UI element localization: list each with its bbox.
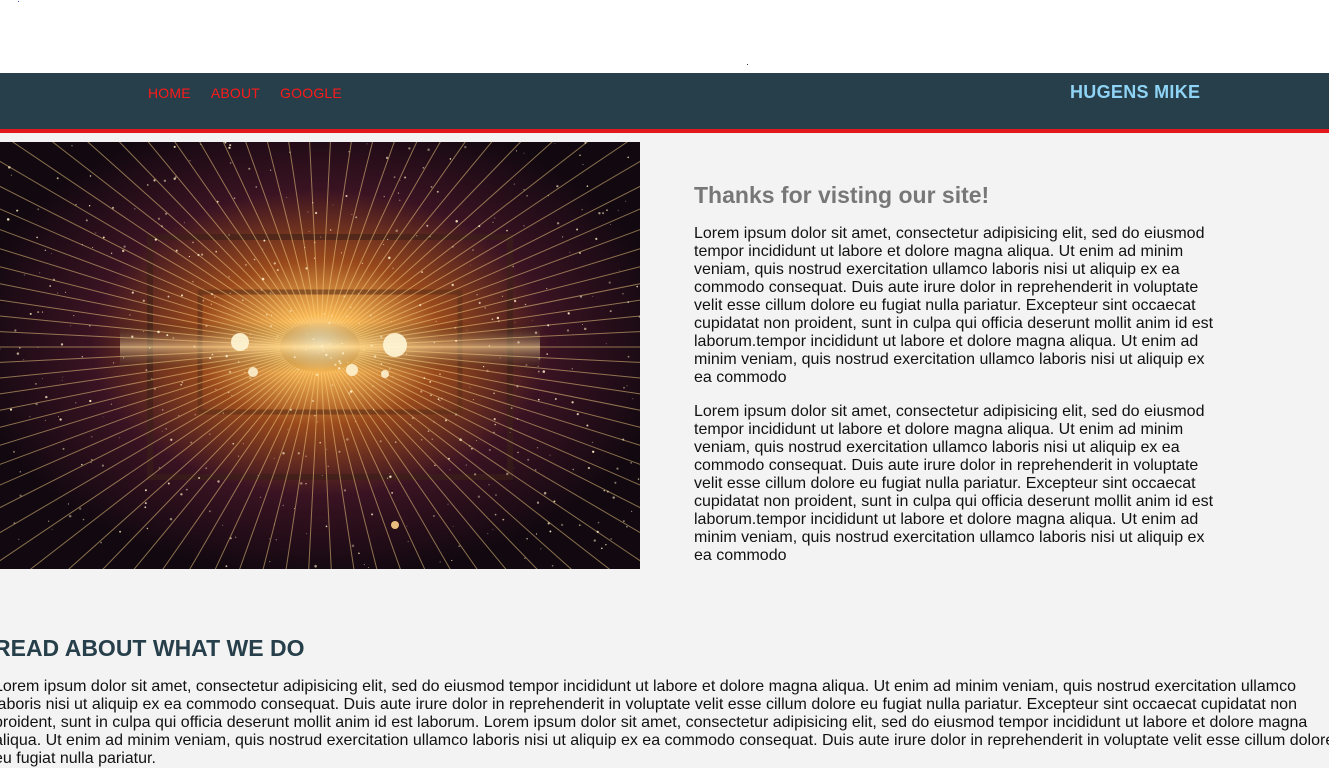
top-white-bar [0, 0, 1329, 73]
navigation-bar: HOME ABOUT GOOGLE HUGENS MIKE [0, 73, 1329, 133]
nav-menu: HOME ABOUT GOOGLE [148, 85, 342, 101]
intro-paragraph: Lorem ipsum dolor sit amet, consectetur … [694, 403, 1214, 564]
stray-dot [18, 1, 19, 2]
about-section: READ ABOUT WHAT WE DO Lorem ipsum dolor … [0, 635, 1329, 768]
about-heading: READ ABOUT WHAT WE DO [0, 635, 305, 661]
light-tunnel-image [0, 142, 640, 569]
intro-paragraph: Lorem ipsum dolor sit amet, consectetur … [694, 225, 1214, 386]
nav-link-google[interactable]: GOOGLE [280, 85, 342, 101]
site-brand: HUGENS MIKE [1070, 82, 1201, 102]
about-paragraph: Lorem ipsum dolor sit amet, consectetur … [0, 678, 1329, 767]
nav-link-about[interactable]: ABOUT [211, 85, 260, 101]
nav-link-home[interactable]: HOME [148, 85, 191, 101]
intro-heading: Thanks for visting our site! [694, 182, 990, 208]
intro-section: Thanks for visting our site! Lorem ipsum… [694, 182, 1214, 581]
stray-dot [747, 64, 748, 65]
hero-image [0, 142, 640, 569]
